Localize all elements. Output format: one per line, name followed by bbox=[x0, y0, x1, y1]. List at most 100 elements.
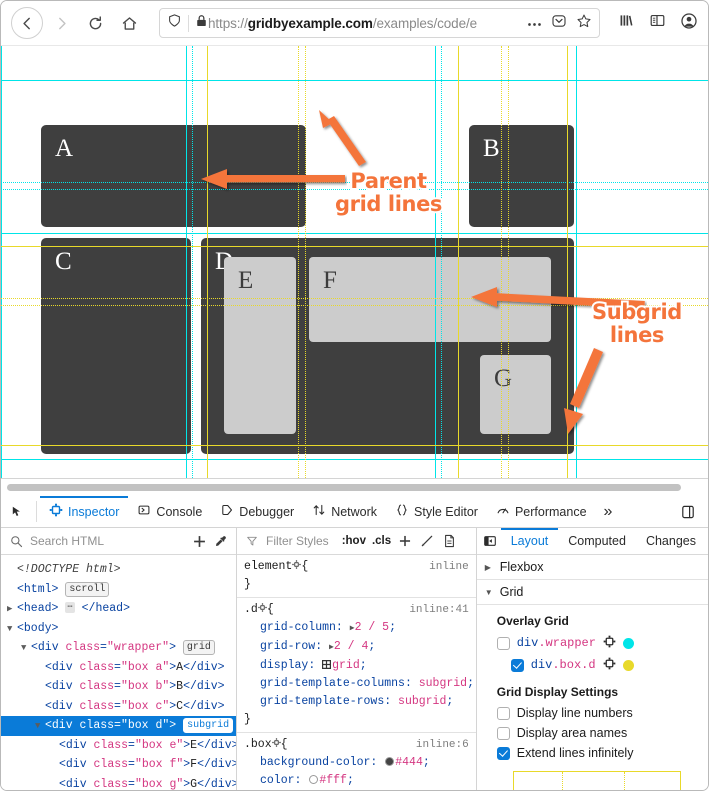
css-property[interactable]: grid-column bbox=[260, 621, 336, 634]
css-declaration[interactable]: color: #fff; bbox=[244, 772, 476, 790]
search-html-input[interactable]: Search HTML bbox=[30, 534, 104, 548]
display-badge[interactable]: subgrid bbox=[183, 718, 233, 733]
collapsed-children-icon[interactable]: ⋯ bbox=[65, 602, 74, 613]
overlay-wrapper-color-swatch[interactable] bbox=[623, 638, 634, 649]
markup-line[interactable]: <div class="box g">G</div> bbox=[1, 775, 236, 791]
dock-toggle-button[interactable] bbox=[668, 496, 708, 527]
markup-line[interactable]: <div class="box b">B</div> bbox=[1, 677, 236, 697]
library-icon[interactable] bbox=[618, 12, 635, 34]
css-declaration[interactable]: grid-row: ▶2 / 4; bbox=[244, 638, 476, 657]
css-rule-source[interactable]: inline bbox=[429, 558, 476, 576]
css-selector[interactable]: element bbox=[244, 558, 292, 576]
toggle-rule-icon[interactable] bbox=[272, 736, 281, 754]
markup-line[interactable]: <div class="box c">C</div> bbox=[1, 697, 236, 717]
html-tree[interactable]: <!DOCTYPE html><html> scroll▶<head> ⋯ </… bbox=[1, 555, 236, 791]
css-value[interactable]: 2 / 5 bbox=[355, 621, 390, 634]
css-rules-list[interactable]: element {inline}.d {inline:41grid-column… bbox=[237, 555, 476, 791]
css-rule-source[interactable]: inline:41 bbox=[409, 601, 475, 619]
css-selector[interactable]: .box bbox=[244, 736, 272, 754]
css-property[interactable]: grid-template-columns bbox=[260, 677, 405, 690]
element-picker-button[interactable] bbox=[5, 496, 33, 527]
color-swatch[interactable] bbox=[385, 757, 394, 766]
pseudo-class-pen-icon[interactable] bbox=[416, 534, 438, 548]
home-button[interactable] bbox=[113, 7, 145, 39]
url-text[interactable]: https://gridbyexample.com/examples/code/… bbox=[208, 16, 521, 31]
css-rule[interactable]: element {inline} bbox=[237, 555, 476, 598]
display-badge[interactable]: grid bbox=[183, 640, 215, 655]
twisty-icon[interactable]: ▼ bbox=[35, 717, 45, 737]
tab-console[interactable]: Console bbox=[128, 496, 211, 527]
pocket-icon[interactable] bbox=[551, 13, 567, 34]
color-swatch[interactable] bbox=[309, 775, 318, 784]
horizontal-scrollbar[interactable] bbox=[7, 484, 681, 491]
css-property[interactable]: background-color bbox=[260, 756, 370, 769]
css-value[interactable]: subgrid bbox=[419, 677, 467, 690]
sidebar-icon[interactable] bbox=[649, 12, 666, 34]
filter-styles-input[interactable]: Filter Styles bbox=[266, 534, 329, 548]
grid-box-c[interactable]: C bbox=[41, 238, 191, 454]
page-actions-icon[interactable] bbox=[527, 14, 542, 32]
cls-toggle[interactable]: .cls bbox=[369, 535, 394, 547]
shield-icon[interactable] bbox=[167, 13, 182, 33]
setting-extend-lines[interactable]: Extend lines infinitely bbox=[477, 743, 708, 763]
overlay-boxd-color-swatch[interactable] bbox=[623, 660, 634, 671]
css-declaration[interactable]: grid-template-columns: subgrid; bbox=[244, 675, 476, 693]
hov-toggle[interactable]: :hov bbox=[339, 535, 369, 547]
add-node-button[interactable] bbox=[188, 534, 210, 549]
css-rule[interactable]: .box {inline:6background-color: #444;col… bbox=[237, 733, 476, 791]
display-line-numbers-checkbox[interactable] bbox=[497, 707, 510, 720]
back-button[interactable] bbox=[11, 7, 43, 39]
more-tabs-button[interactable]: » bbox=[596, 496, 621, 527]
search-icon[interactable] bbox=[5, 535, 27, 548]
eyedropper-icon[interactable] bbox=[210, 534, 232, 548]
css-declaration[interactable]: grid-template-rows: subgrid; bbox=[244, 693, 476, 711]
add-rule-button[interactable] bbox=[394, 534, 416, 548]
grid-outline-icon[interactable] bbox=[603, 635, 616, 651]
tab-changes[interactable]: Changes bbox=[636, 528, 706, 555]
tab-style-editor[interactable]: Style Editor bbox=[386, 496, 487, 527]
toggle-rule-icon[interactable] bbox=[258, 601, 267, 619]
css-value[interactable]: subgrid bbox=[398, 695, 446, 708]
grid-box-b[interactable]: B bbox=[469, 125, 574, 227]
css-value[interactable]: 2 / 4 bbox=[334, 640, 369, 653]
markup-line[interactable]: ▼<div class="wrapper"> grid bbox=[1, 638, 236, 658]
tab-computed[interactable]: Computed bbox=[558, 528, 636, 555]
css-property[interactable]: grid-row bbox=[260, 640, 315, 653]
css-selector[interactable]: .d bbox=[244, 601, 258, 619]
markup-line[interactable]: ▶<head> ⋯ </head> bbox=[1, 599, 236, 619]
tab-debugger[interactable]: Debugger bbox=[211, 496, 303, 527]
css-rule-source[interactable]: inline:6 bbox=[416, 736, 476, 754]
section-grid[interactable]: ▼ Grid bbox=[477, 580, 708, 605]
tab-inspector[interactable]: Inspector bbox=[40, 496, 128, 527]
css-property[interactable]: display bbox=[260, 659, 308, 672]
account-icon[interactable] bbox=[680, 12, 698, 35]
twisty-icon[interactable]: ▼ bbox=[7, 620, 17, 640]
css-rule[interactable]: .d {inline:41grid-column: ▶2 / 5;grid-ro… bbox=[237, 598, 476, 733]
css-value[interactable]: #fff bbox=[319, 774, 347, 787]
twisty-icon[interactable]: ▼ bbox=[21, 639, 31, 659]
forward-button[interactable] bbox=[45, 7, 77, 39]
toggle-sidebar-icon[interactable] bbox=[479, 534, 501, 548]
print-styles-icon[interactable] bbox=[438, 534, 460, 548]
tab-layout[interactable]: Layout bbox=[501, 528, 559, 555]
markup-line[interactable]: <div class="box a">A</div> bbox=[1, 658, 236, 678]
markup-line[interactable]: ▼<body> bbox=[1, 619, 236, 639]
markup-line[interactable]: ▼<div class="box d"> subgrid bbox=[1, 716, 236, 736]
setting-display-area-names[interactable]: Display area names bbox=[477, 723, 708, 743]
overlay-boxd-checkbox[interactable] bbox=[511, 659, 524, 672]
address-bar[interactable]: https://gridbyexample.com/examples/code/… bbox=[159, 8, 600, 38]
markup-line[interactable]: <html> scroll bbox=[1, 580, 236, 600]
reload-button[interactable] bbox=[79, 7, 111, 39]
display-badge[interactable]: scroll bbox=[65, 582, 109, 597]
css-value[interactable]: grid bbox=[332, 659, 360, 672]
css-property[interactable]: color bbox=[260, 774, 295, 787]
markup-line[interactable]: <div class="box e">E</div> bbox=[1, 736, 236, 756]
extend-lines-checkbox[interactable] bbox=[497, 747, 510, 760]
css-declaration[interactable]: grid-column: ▶2 / 5; bbox=[244, 619, 476, 638]
page-viewport[interactable]: GFEDCBA Parent grid lines Subgrid lines bbox=[1, 46, 708, 478]
tab-performance[interactable]: Performance bbox=[487, 496, 596, 527]
display-area-names-checkbox[interactable] bbox=[497, 727, 510, 740]
twisty-icon[interactable]: ▶ bbox=[7, 600, 17, 620]
overlay-item-wrapper[interactable]: div.wrapper bbox=[477, 632, 708, 654]
grid-toggle-icon[interactable] bbox=[322, 658, 331, 667]
